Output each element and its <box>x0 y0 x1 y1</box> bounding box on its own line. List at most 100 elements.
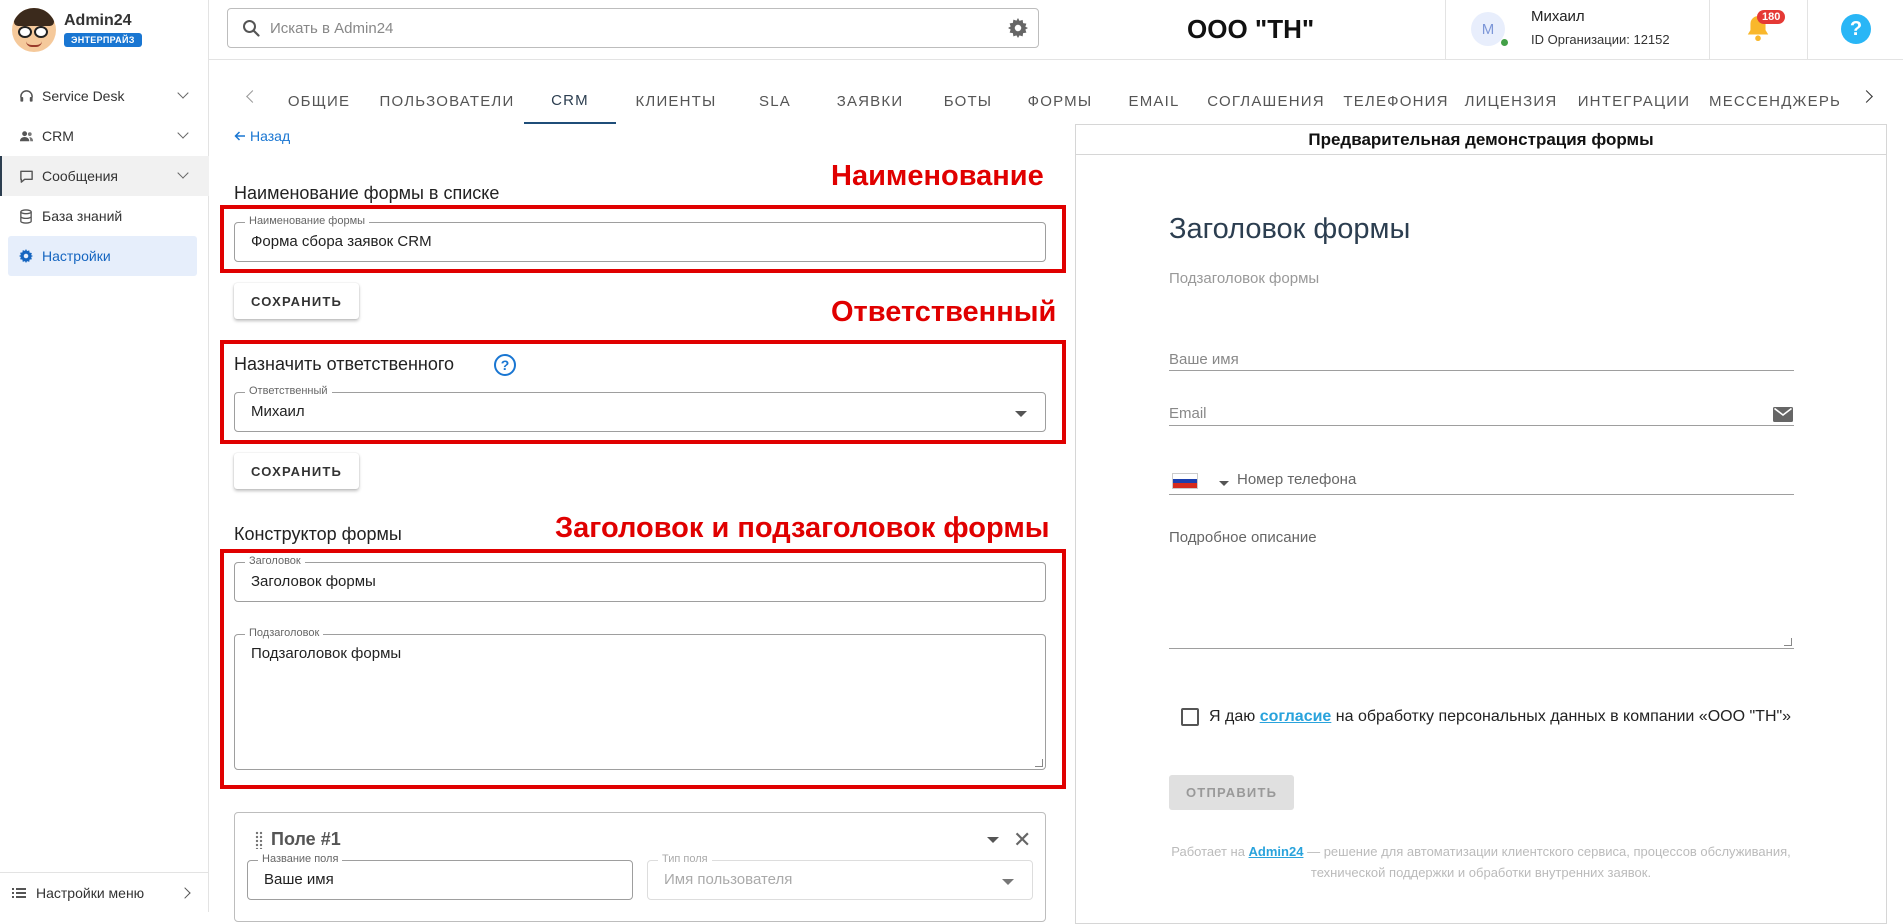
sidebar-item-service-desk[interactable]: Service Desk <box>0 76 209 116</box>
search-placeholder: Искать в Admin24 <box>270 19 394 37</box>
chevron-down-icon <box>177 87 189 99</box>
user-name[interactable]: Михаил <box>1531 8 1585 25</box>
form-subheader-label: Подзаголовок <box>245 627 324 639</box>
consent-link[interactable]: согласие <box>1260 708 1332 725</box>
form-subheader-textarea[interactable]: Подзаголовок Подзаголовок формы <box>234 627 1046 770</box>
chevron-down-icon <box>177 167 189 179</box>
consent-text-after: на обработку персональных данных в компа… <box>1335 708 1792 725</box>
form-header-value: Заголовок формы <box>251 573 376 590</box>
divider <box>1807 0 1808 60</box>
tab-license[interactable]: ЛИЦЕНЗИЯ <box>1456 78 1566 124</box>
database-icon <box>18 208 34 224</box>
responsible-label: Ответственный <box>245 385 332 397</box>
form-name-value: Форма сбора заявок CRM <box>251 233 432 250</box>
form-subheader-value: Подзаголовок формы <box>251 645 402 662</box>
tabs-scroll-right-icon[interactable] <box>1860 90 1873 103</box>
field-name-label: Название поля <box>258 853 343 865</box>
sidebar-item-label: Сообщения <box>42 168 118 184</box>
annotation-responsible: Ответственный <box>831 296 1057 328</box>
gear-icon <box>18 248 34 264</box>
online-status-dot <box>1500 38 1509 47</box>
country-dropdown-icon[interactable] <box>1219 481 1229 486</box>
tab-messengers[interactable]: МЕССЕНДЖЕРЫ <box>1709 78 1839 124</box>
tab-requests[interactable]: ЗАЯВКИ <box>820 78 920 124</box>
submit-button[interactable]: ОТПРАВИТЬ <box>1169 775 1295 810</box>
sidebar-item-knowledge-base[interactable]: База знаний <box>0 196 209 236</box>
sidebar-item-settings[interactable]: Настройки <box>8 236 197 276</box>
divider <box>1709 0 1710 60</box>
save-responsible-button[interactable]: СОХРАНИТЬ <box>234 453 360 489</box>
preview-heading: Предварительная демонстрация формы <box>1076 125 1886 155</box>
brand-name: Admin24 <box>64 12 132 29</box>
resize-handle-icon[interactable] <box>1784 638 1792 646</box>
field-title: Поле #1 <box>271 829 341 849</box>
responsible-section-title: Назначить ответственного <box>234 354 455 374</box>
preview-title: Заголовок формы <box>1169 213 1411 245</box>
brand-logo <box>12 8 56 52</box>
dropdown-arrow-icon <box>1002 879 1014 885</box>
form-header-field[interactable]: Заголовок Заголовок формы <box>234 555 1046 602</box>
top-bar: Искать в Admin24 ООО "ТН" M Михаил ID Ор… <box>209 0 1903 60</box>
chevron-down-icon <box>177 127 189 139</box>
preview-email-input[interactable] <box>1169 425 1794 426</box>
headset-icon <box>18 88 34 104</box>
footer-text-after: — решение для автоматизации клиентского … <box>1307 844 1791 880</box>
close-icon[interactable]: ✕ <box>1013 827 1031 853</box>
sidebar-item-messages[interactable]: Сообщения <box>0 156 209 196</box>
tabs-scroll-left-icon[interactable] <box>246 90 259 103</box>
consent-text: Я даю согласие на обработку персональных… <box>1209 708 1791 726</box>
form-header-label: Заголовок <box>245 555 305 567</box>
search-settings-icon[interactable] <box>1008 18 1028 43</box>
tab-bots[interactable]: БОТЫ <box>928 78 1008 124</box>
form-name-field[interactable]: Наименование формы Форма сбора заявок CR… <box>234 215 1046 262</box>
tab-clients[interactable]: КЛИЕНТЫ <box>622 78 730 124</box>
sidebar-item-label: Service Desk <box>42 88 125 104</box>
search-icon <box>242 19 260 37</box>
field-name-input[interactable]: Название поля Ваше имя <box>247 853 633 900</box>
tab-users[interactable]: ПОЛЬЗОВАТЕЛИ <box>377 78 517 124</box>
powered-by-footer: Работает на Admin24 — решение для автома… <box>1136 841 1826 883</box>
annotation-headers: Заголовок и подзаголовок формы <box>555 512 1050 544</box>
tab-forms[interactable]: ФОРМЫ <box>1012 78 1108 124</box>
sidebar-item-label: Настройки <box>42 248 111 264</box>
drag-handle-icon[interactable] <box>255 831 263 849</box>
menu-settings-button[interactable]: Настройки меню <box>0 872 209 912</box>
plan-badge: ЭНТЕРПРАЙЗ <box>64 33 142 47</box>
arrow-left-icon <box>234 130 246 142</box>
collapse-arrow-icon[interactable] <box>987 837 999 843</box>
preview-description-textarea[interactable] <box>1169 525 1794 649</box>
tab-crm[interactable]: CRM <box>524 78 616 124</box>
field-type-value: Имя пользователя <box>664 871 793 888</box>
responsible-select[interactable]: Ответственный Михаил <box>234 385 1046 432</box>
tab-email[interactable]: EMAIL <box>1112 78 1196 124</box>
tab-sla[interactable]: SLA <box>740 78 810 124</box>
brand[interactable]: Admin24 ЭНТЕРПРАЙЗ <box>12 6 202 54</box>
sidebar-item-crm[interactable]: CRM <box>0 116 209 156</box>
russia-flag-icon[interactable] <box>1172 473 1198 489</box>
preview-phone-input[interactable] <box>1169 494 1794 495</box>
footer-text-before: Работает на <box>1171 844 1245 859</box>
back-label: Назад <box>250 128 291 144</box>
field-name-value: Ваше имя <box>264 871 334 888</box>
help-button[interactable]: ? <box>1841 14 1871 44</box>
field-type-select[interactable]: Тип поля Имя пользователя <box>647 853 1033 900</box>
help-circle-icon[interactable]: ? <box>494 354 516 376</box>
chat-icon <box>18 168 34 184</box>
annotation-name: Наименование <box>831 160 1044 192</box>
tab-general[interactable]: ОБЩИЕ <box>273 78 365 124</box>
tab-agreements[interactable]: СОГЛАШЕНИЯ <box>1196 78 1336 124</box>
users-icon <box>18 128 34 144</box>
preview-subtitle: Подзаголовок формы <box>1169 270 1320 287</box>
search-input[interactable]: Искать в Admin24 <box>227 8 1039 48</box>
divider <box>1445 0 1446 60</box>
admin24-link[interactable]: Admin24 <box>1249 844 1304 859</box>
resize-handle-icon[interactable] <box>1035 759 1043 767</box>
sidebar-nav: Service Desk CRM Сообщения База знаний Н… <box>0 76 209 276</box>
tab-telephony[interactable]: ТЕЛЕФОНИЯ <box>1336 78 1456 124</box>
tab-integrations[interactable]: ИНТЕГРАЦИИ <box>1566 78 1702 124</box>
organization-id: ID Организации: 12152 <box>1531 32 1670 47</box>
preview-name-input[interactable] <box>1169 370 1794 371</box>
back-link[interactable]: Назад <box>234 128 290 144</box>
consent-checkbox[interactable] <box>1181 708 1199 726</box>
save-name-button[interactable]: СОХРАНИТЬ <box>234 283 360 319</box>
